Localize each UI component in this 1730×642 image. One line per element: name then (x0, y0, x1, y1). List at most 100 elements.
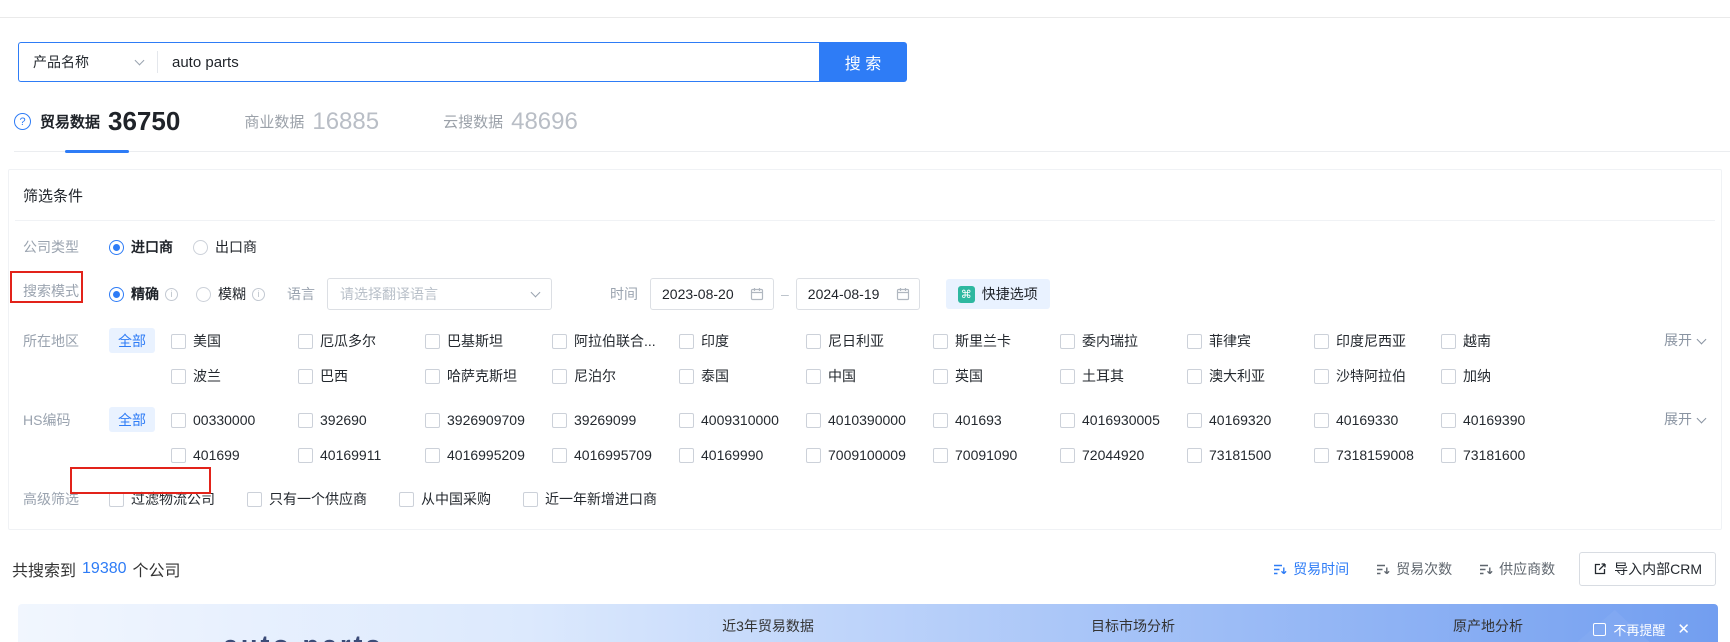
hs-checkbox-item[interactable]: 40169911 (298, 442, 425, 468)
region-checkbox-item[interactable]: 斯里兰卡 (933, 328, 1060, 354)
tab[interactable]: ? 贸易数据 36750 (14, 106, 180, 151)
region-checkbox-item[interactable]: 澳大利亚 (1187, 363, 1314, 389)
search-button[interactable]: 搜 索 (819, 42, 907, 82)
hs-checkbox-item[interactable]: 4016930005 (1060, 407, 1187, 433)
checkbox-icon (552, 447, 567, 463)
checkbox-label: 401693 (955, 412, 1002, 428)
region-checkbox-item[interactable]: 泰国 (679, 363, 806, 389)
hs-checkbox-item[interactable]: 70091090 (933, 442, 1060, 468)
region-checkbox-item[interactable]: 尼泊尔 (552, 363, 679, 389)
sort-button[interactable]: 贸易次数 (1375, 559, 1452, 579)
hs-checkbox-item[interactable]: 7009100009 (806, 442, 933, 468)
sort-icon (1480, 564, 1493, 574)
region-checkbox-item[interactable]: 美国 (171, 328, 298, 354)
date-start-picker[interactable]: 2023-08-20 (650, 278, 774, 310)
region-checkbox-item[interactable]: 厄瓜多尔 (298, 328, 425, 354)
advanced-checkbox-item[interactable]: 过滤物流公司 (109, 486, 215, 512)
quick-options-button[interactable]: ⌘ 快捷选项 (945, 279, 1050, 309)
hs-checkbox-item[interactable]: 40169990 (679, 442, 806, 468)
banner-feature-trade-data: 近3年贸易数据 (678, 616, 858, 642)
checkbox-icon (399, 491, 414, 507)
import-crm-button[interactable]: 导入内部CRM (1579, 552, 1716, 586)
hs-checkbox-item[interactable]: 392690 (298, 407, 425, 433)
checkbox-label: 73181500 (1209, 447, 1272, 463)
hs-checkbox-item[interactable]: 00330000 (171, 407, 298, 433)
checkbox-label: 越南 (1463, 333, 1491, 349)
radio-search-mode[interactable]: 模糊 i (196, 281, 269, 307)
sort-button[interactable]: 贸易时间 (1272, 559, 1349, 579)
hs-checkbox-item[interactable]: 40169390 (1441, 407, 1568, 433)
region-checkbox-item[interactable]: 英国 (933, 363, 1060, 389)
checkbox-icon (523, 491, 538, 507)
hs-checkbox-item[interactable]: 7318159008 (1314, 442, 1441, 468)
checkbox-icon (1441, 447, 1456, 463)
region-checkbox-item[interactable]: 哈萨克斯坦 (425, 363, 552, 389)
region-checkbox-item[interactable]: 阿拉伯联合... (552, 328, 679, 354)
region-checkbox-item[interactable]: 巴西 (298, 363, 425, 389)
hs-checkbox-item[interactable]: 73181600 (1441, 442, 1568, 468)
checkbox-label: 泰国 (701, 368, 729, 384)
radio-search-mode[interactable]: 精确 i (109, 281, 182, 307)
radio-label: 出口商 (215, 239, 257, 255)
checkbox-icon (1441, 368, 1456, 384)
sort-button[interactable]: 供应商数 (1478, 559, 1555, 579)
checkbox-icon (806, 412, 821, 428)
language-placeholder: 请选择翻译语言 (340, 286, 438, 302)
tab[interactable]: 商业数据 16885 (244, 108, 379, 150)
hs-expand-link[interactable]: 展开 (1664, 407, 1715, 432)
hs-checkbox-item[interactable]: 3926909709 (425, 407, 552, 433)
radio-icon (109, 239, 124, 255)
hs-checkbox-item[interactable]: 4016995709 (552, 442, 679, 468)
analysis-promo-banner[interactable]: auto parts 全球贸易情况 去分析 近3年贸易数据 目标市场分析 原产地… (18, 604, 1718, 642)
language-select[interactable]: 请选择翻译语言 (327, 278, 552, 310)
tab-label: 贸易数据 (40, 114, 101, 131)
region-checkbox-item[interactable]: 印度尼西亚 (1314, 328, 1441, 354)
filter-row-advanced: 高级筛选 过滤物流公司 只有一个供应商 从中国采购 近一年新增进口商 (15, 477, 1715, 521)
hs-checkbox-item[interactable]: 401693 (933, 407, 1060, 433)
advanced-checkbox-item[interactable]: 近一年新增进口商 (523, 486, 657, 512)
advanced-checkbox-item[interactable]: 从中国采购 (399, 486, 491, 512)
region-checkbox-item[interactable]: 波兰 (171, 363, 298, 389)
date-end-picker[interactable]: 2024-08-19 (795, 278, 920, 310)
hs-all-button[interactable]: 全部 (109, 407, 155, 432)
region-checkbox-item[interactable]: 越南 (1441, 328, 1568, 354)
radio-icon (193, 239, 208, 255)
region-checkbox-item[interactable]: 委内瑞拉 (1060, 328, 1187, 354)
region-checkbox-item[interactable]: 土耳其 (1060, 363, 1187, 389)
hs-checkbox-item[interactable]: 401699 (171, 442, 298, 468)
hs-checkbox-item[interactable]: 73181500 (1187, 442, 1314, 468)
question-icon[interactable]: ? (14, 113, 31, 130)
checkbox-label: 尼日利亚 (828, 333, 884, 349)
dismiss-checkbox[interactable] (1593, 623, 1607, 636)
checkbox-label: 菲律宾 (1209, 333, 1251, 349)
radio-company-type[interactable]: 出口商 (193, 234, 263, 260)
radio-company-type[interactable]: 进口商 (109, 234, 179, 260)
checkbox-label: 沙特阿拉伯 (1336, 368, 1406, 384)
tab[interactable]: 云搜数据 48696 (443, 108, 578, 150)
filter-label: 所在地区 (23, 333, 79, 349)
checkbox-label: 近一年新增进口商 (545, 491, 657, 507)
hs-checkbox-item[interactable]: 4009310000 (679, 407, 806, 433)
advanced-checkbox-item[interactable]: 只有一个供应商 (247, 486, 367, 512)
region-expand-link[interactable]: 展开 (1664, 328, 1715, 353)
region-checkbox-item[interactable]: 沙特阿拉伯 (1314, 363, 1441, 389)
region-checkbox-item[interactable]: 中国 (806, 363, 933, 389)
hs-checkbox-item[interactable]: 4016995209 (425, 442, 552, 468)
region-checkbox-item[interactable]: 印度 (679, 328, 806, 354)
region-checkbox-item[interactable]: 加纳 (1441, 363, 1568, 389)
region-checkbox-item[interactable]: 尼日利亚 (806, 328, 933, 354)
region-checkbox-item[interactable]: 菲律宾 (1187, 328, 1314, 354)
search-input[interactable] (158, 43, 819, 81)
region-all-button[interactable]: 全部 (109, 328, 155, 353)
search-category-select[interactable]: 产品名称 (19, 43, 157, 81)
checkbox-icon (552, 368, 567, 384)
hs-checkbox-item[interactable]: 40169320 (1187, 407, 1314, 433)
hs-checkbox-item[interactable]: 40169330 (1314, 407, 1441, 433)
close-icon[interactable]: ✕ (1677, 622, 1690, 637)
hs-checkbox-item[interactable]: 72044920 (1060, 442, 1187, 468)
hs-checkbox-item[interactable]: 39269099 (552, 407, 679, 433)
radio-label: 精确 (131, 286, 159, 302)
filter-label: 高级筛选 (23, 491, 79, 507)
region-checkbox-item[interactable]: 巴基斯坦 (425, 328, 552, 354)
hs-checkbox-item[interactable]: 4010390000 (806, 407, 933, 433)
